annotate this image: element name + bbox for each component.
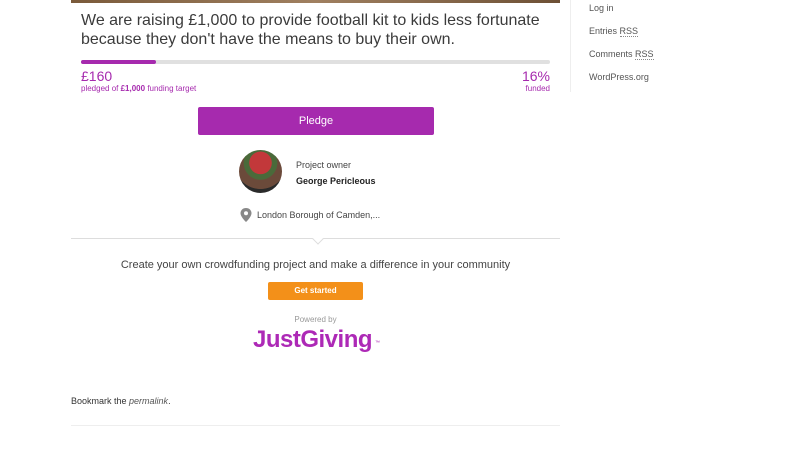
rss-abbreviation: RSS	[635, 49, 654, 60]
raised-caption: pledged of £1,000 funding target	[81, 84, 196, 93]
justgiving-logo-text: JustGiving	[253, 326, 373, 353]
get-started-button[interactable]: Get started	[268, 282, 363, 300]
sidebar-link-text: WordPress.org	[589, 72, 649, 82]
owner-label: Project owner	[296, 160, 352, 170]
map-pin-icon	[240, 208, 252, 222]
funding-progress-bar	[81, 60, 550, 64]
justgiving-logo[interactable]: JustGiving ™	[253, 326, 383, 356]
permalink-link[interactable]: permalink	[129, 396, 168, 406]
sidebar-meta-links: Log in Entries RSS Comments RSS WordPres…	[589, 0, 654, 93]
sidebar-link-entries-rss[interactable]: Entries RSS	[589, 24, 654, 47]
raised-caption-suffix: funding target	[147, 84, 197, 93]
owner-name: George Pericleous	[296, 176, 376, 186]
percent-caption: funded	[525, 84, 550, 93]
raised-amount: £160	[81, 68, 113, 84]
bookmark-suffix: .	[168, 396, 171, 406]
bookmark-line: Bookmark the permalink.	[71, 396, 171, 406]
justgiving-trademark: ™	[375, 340, 380, 346]
sidebar-link-text: Entries	[589, 26, 620, 36]
sidebar-link-comments-rss[interactable]: Comments RSS	[589, 47, 654, 70]
sidebar-link-log-in[interactable]: Log in	[589, 1, 654, 24]
rss-abbreviation: RSS	[619, 26, 639, 37]
sidebar-link-wordpress-org[interactable]: WordPress.org	[589, 70, 654, 93]
sidebar-divider	[570, 0, 571, 92]
sidebar-link-text: Log in	[589, 3, 614, 13]
pledge-button[interactable]: Pledge	[198, 107, 434, 135]
raised-caption-prefix: pledged of	[81, 84, 119, 93]
percent-funded: 16%	[521, 68, 550, 84]
cta-text: Create your own crowdfunding project and…	[120, 259, 511, 271]
owner-avatar	[239, 150, 282, 193]
bookmark-prefix: Bookmark the	[71, 396, 127, 406]
post-bottom-rule	[71, 425, 560, 426]
crowdfunding-widget: We are raising £1,000 to provide footbal…	[71, 0, 560, 240]
project-description: We are raising £1,000 to provide footbal…	[81, 12, 540, 48]
sidebar-link-text: Comments	[589, 49, 636, 59]
funding-target-amount: £1,000	[120, 84, 146, 93]
funding-progress-fill	[81, 60, 157, 64]
powered-by-label: Powered by	[294, 315, 337, 324]
project-location: London Borough of Camden,...	[257, 210, 381, 220]
